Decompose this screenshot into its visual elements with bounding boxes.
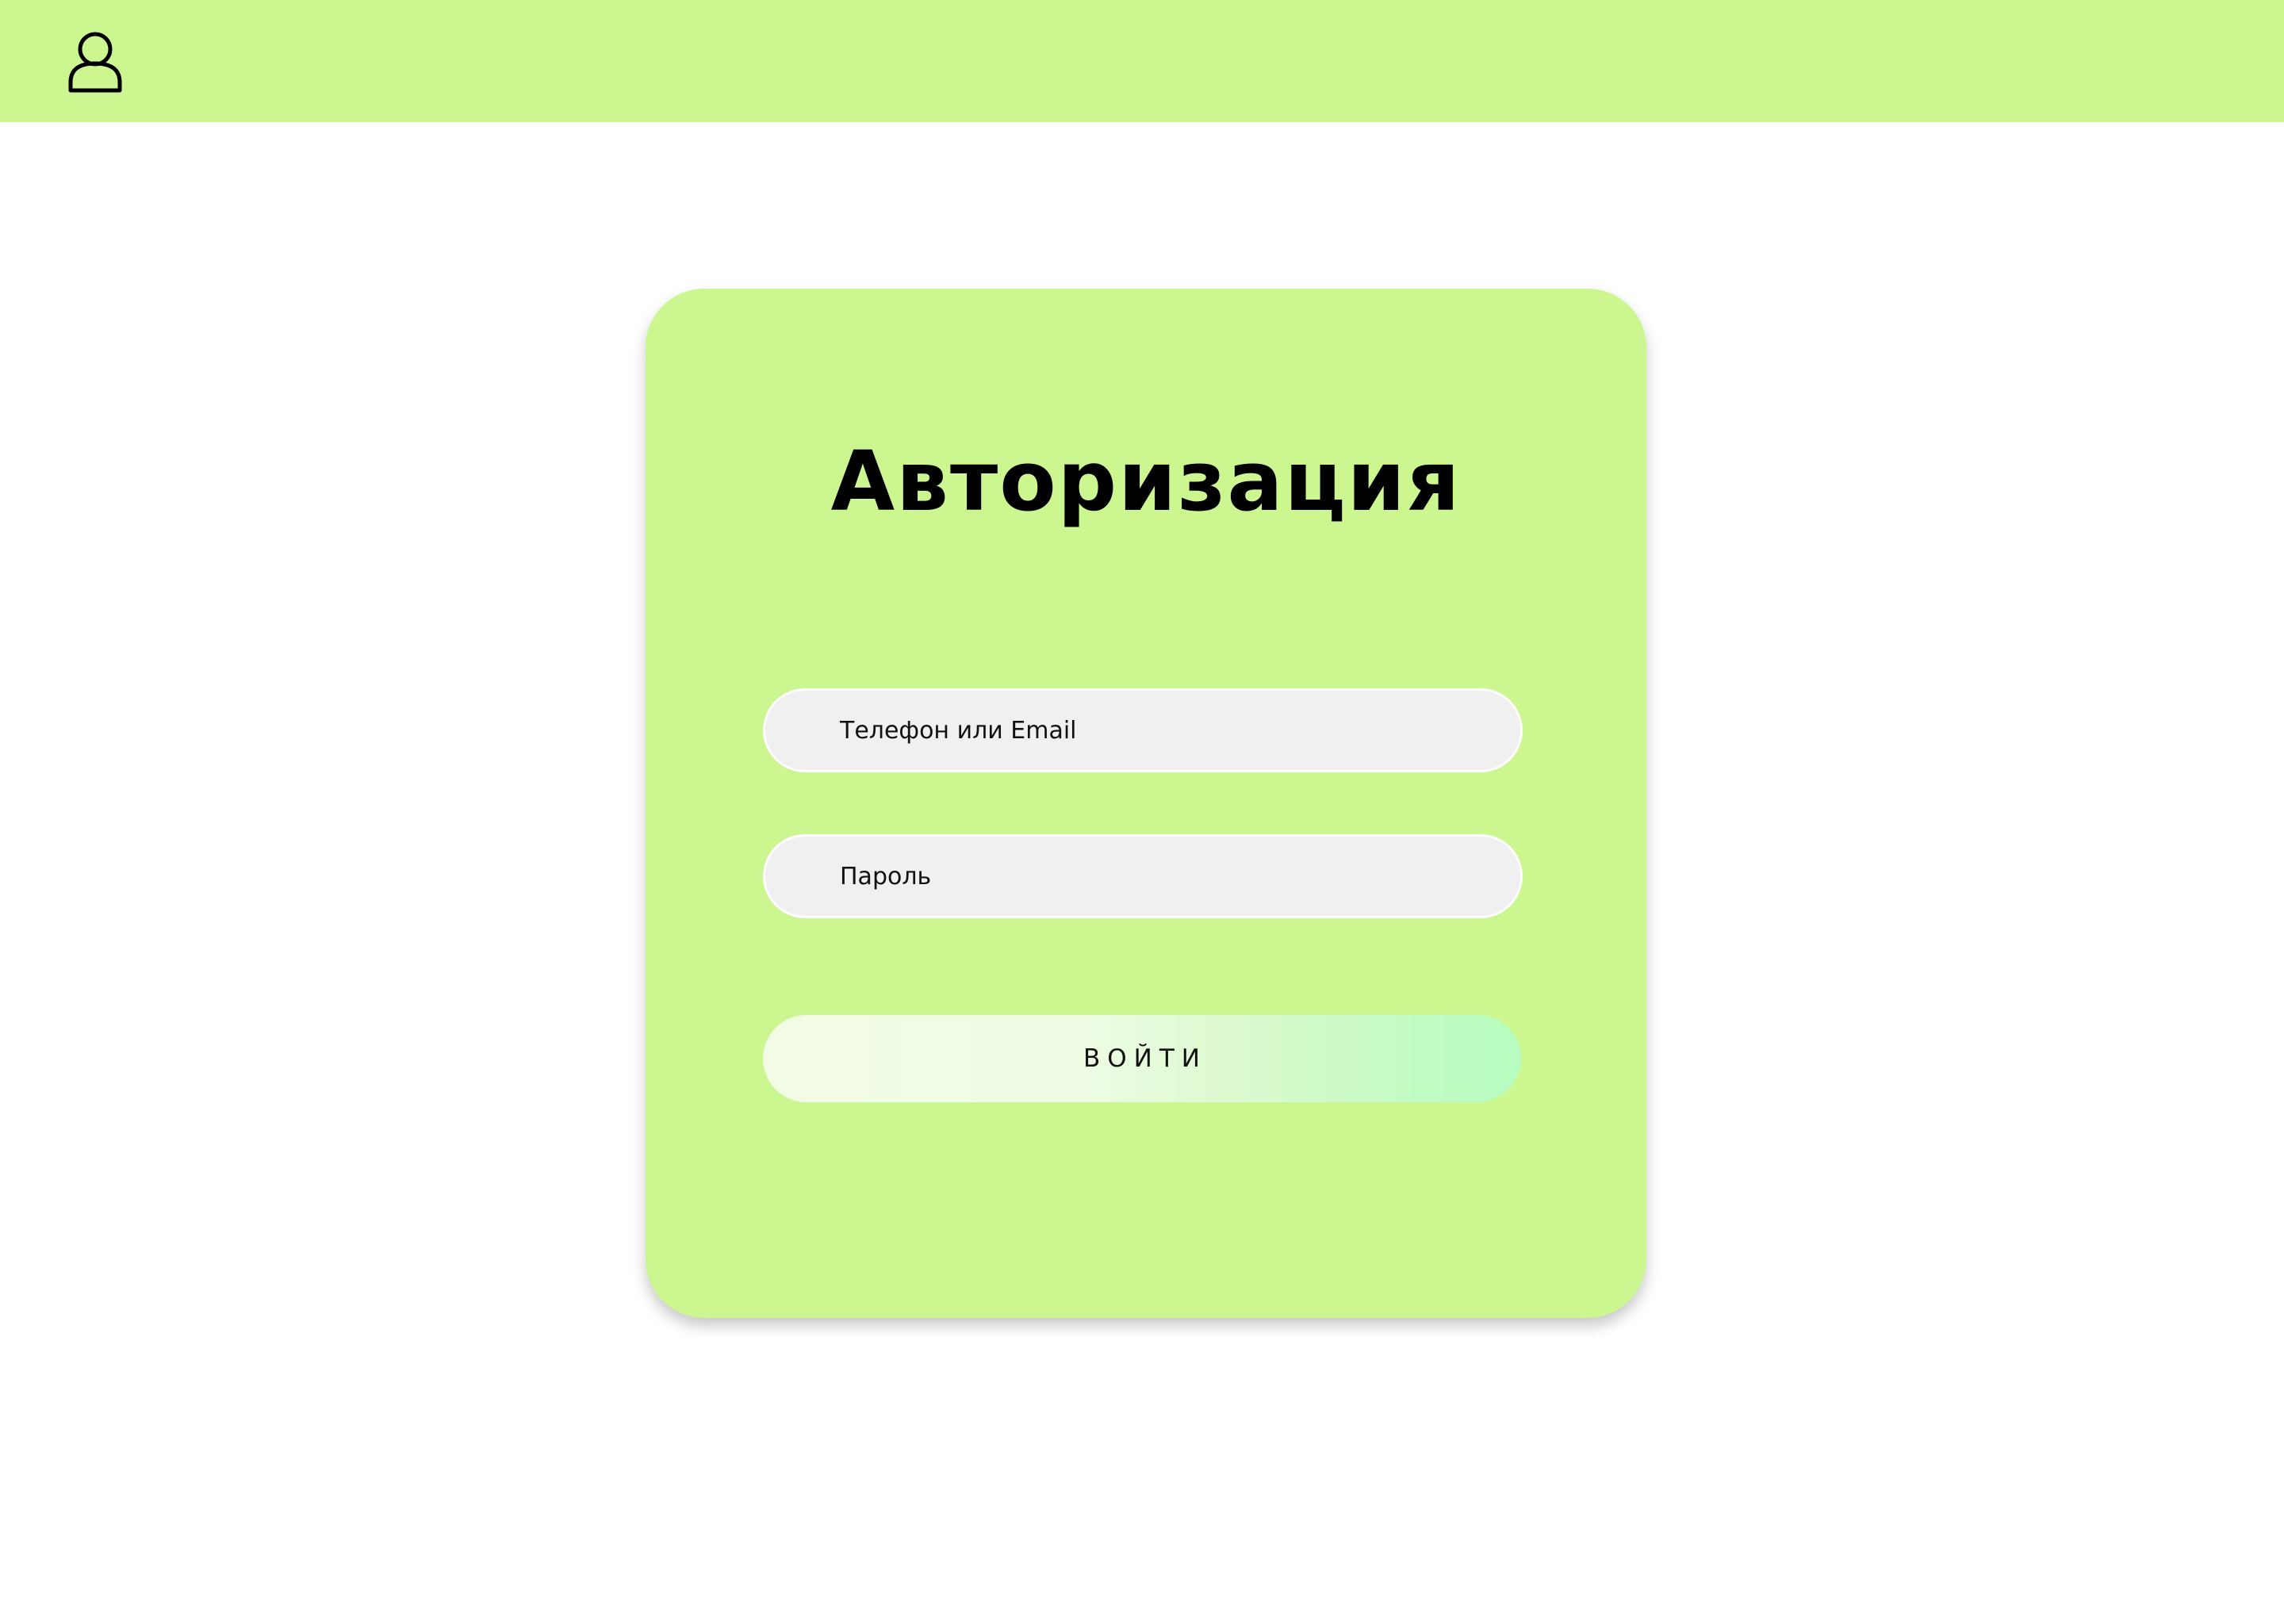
phone-email-field[interactable] — [763, 688, 1523, 772]
login-button[interactable]: ВОЙТИ — [763, 1015, 1521, 1102]
password-field[interactable] — [763, 834, 1523, 918]
page-title: Авторизация — [830, 433, 1462, 530]
top-bar — [0, 0, 2284, 122]
user-icon[interactable] — [67, 30, 124, 94]
login-card: Авторизация ВОЙТИ — [646, 289, 1646, 1318]
